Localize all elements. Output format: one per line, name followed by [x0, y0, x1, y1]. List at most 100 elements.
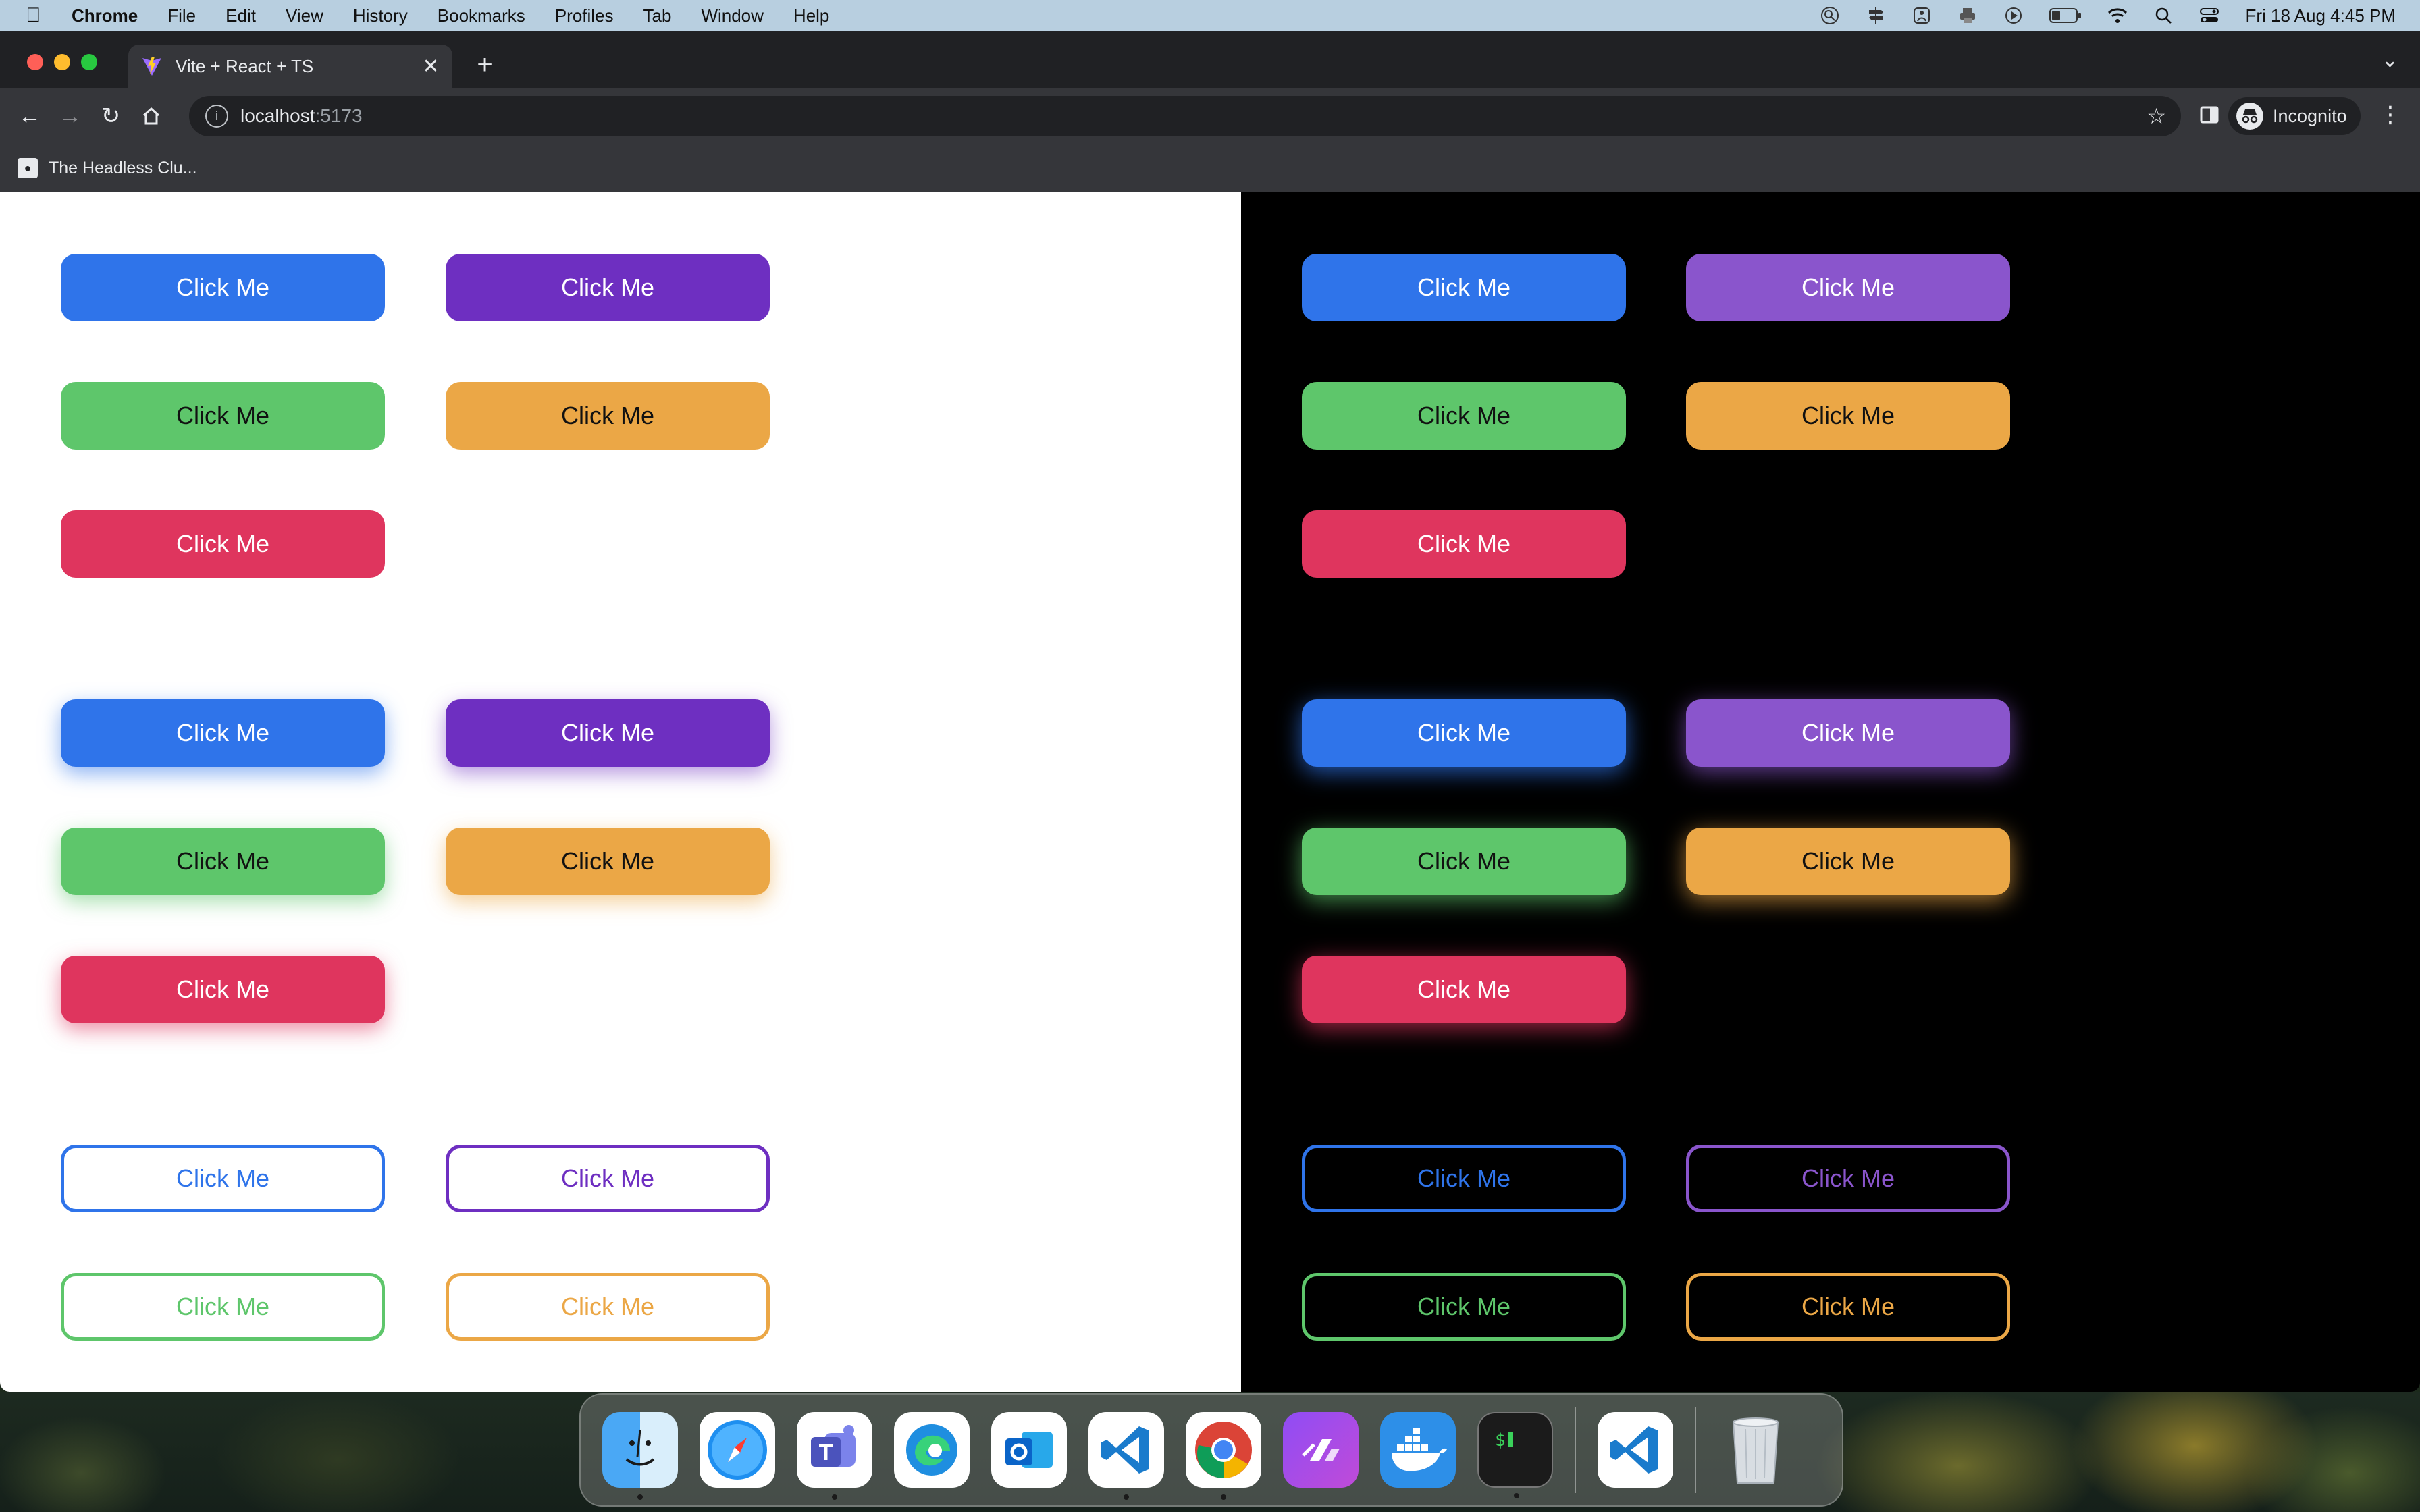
minimize-window-button[interactable]: [54, 54, 70, 70]
back-arrow-icon[interactable]: ←: [9, 96, 50, 136]
tab-vite-react-ts[interactable]: Vite + React + TS ✕: [128, 45, 452, 88]
dark-filled-purple-button[interactable]: Click Me: [1686, 254, 2010, 321]
dock-postman-icon[interactable]: [1283, 1412, 1359, 1488]
macos-dock: T $: [579, 1393, 1843, 1507]
dark-glow-green-button[interactable]: Click Me: [1302, 828, 1626, 895]
browser-toolbar: ← → ↻ i localhost:5173 ☆ Incognito ⋮: [0, 88, 2420, 144]
site-info-icon[interactable]: i: [205, 105, 228, 128]
url-host: localhost: [240, 105, 315, 126]
running-indicator: [832, 1494, 837, 1500]
bookmarks-bar: ● The Headless Clu...: [0, 144, 2420, 193]
dock-vscode-icon[interactable]: [1088, 1412, 1164, 1500]
light-filled-green-button[interactable]: Click Me: [61, 382, 385, 450]
bookmark-favicon-icon: ●: [18, 158, 38, 178]
close-window-button[interactable]: [27, 54, 43, 70]
dark-outline-blue-button[interactable]: Click Me: [1302, 1145, 1626, 1212]
dock-docker-icon[interactable]: [1380, 1412, 1456, 1488]
dark-filled-orange-button[interactable]: Click Me: [1686, 382, 2010, 450]
vite-favicon-icon: [140, 55, 163, 78]
menu-window[interactable]: Window: [701, 5, 763, 26]
menu-view[interactable]: View: [286, 5, 323, 26]
accessibility-icon[interactable]: [1912, 7, 1932, 24]
light-filled-orange-button[interactable]: Click Me: [446, 382, 770, 450]
url-port: :5173: [315, 105, 363, 126]
menu-file[interactable]: File: [167, 5, 196, 26]
forward-arrow-icon[interactable]: →: [50, 96, 90, 136]
close-tab-icon[interactable]: ✕: [417, 55, 444, 78]
dark-filled-blue-button[interactable]: Click Me: [1302, 254, 1626, 321]
menu-app-name[interactable]: Chrome: [72, 5, 138, 26]
reload-icon[interactable]: ↻: [90, 96, 131, 136]
menu-help[interactable]: Help: [793, 5, 829, 26]
dock-outlook-icon[interactable]: [991, 1412, 1067, 1488]
tab-strip: Vite + React + TS ✕ + ⌄: [0, 31, 2420, 88]
fullscreen-window-button[interactable]: [81, 54, 97, 70]
dark-outline-purple-button[interactable]: Click Me: [1686, 1145, 2010, 1212]
page-viewport: Click Me Click Me Click Me Click Me Clic…: [0, 192, 2420, 1392]
light-filled-red-button[interactable]: Click Me: [61, 510, 385, 578]
spotlight-extra-icon[interactable]: [1820, 7, 1840, 24]
dark-filled-green-button[interactable]: Click Me: [1302, 382, 1626, 450]
control-center-icon[interactable]: [2199, 7, 2219, 24]
macos-menubar:  Chrome File Edit View History Bookmark…: [0, 0, 2420, 31]
dock-finder-icon[interactable]: [602, 1412, 678, 1500]
svg-text:$: $: [1495, 1430, 1506, 1451]
dark-filled-red-button[interactable]: Click Me: [1302, 510, 1626, 578]
dark-theme-panel: Click Me Click Me Click Me Click Me Clic…: [1241, 192, 2420, 1392]
bookmark-star-icon[interactable]: ☆: [2147, 103, 2166, 129]
dock-edge-icon[interactable]: [894, 1412, 970, 1488]
running-indicator: [1124, 1494, 1129, 1500]
dock-terminal-icon[interactable]: $: [1477, 1412, 1553, 1498]
light-glow-purple-button[interactable]: Click Me: [446, 699, 770, 767]
menu-edit[interactable]: Edit: [226, 5, 256, 26]
menubar-clock[interactable]: Fri 18 Aug 4:45 PM: [2245, 5, 2396, 26]
menu-tab[interactable]: Tab: [643, 5, 672, 26]
dark-glow-blue-button[interactable]: Click Me: [1302, 699, 1626, 767]
address-bar[interactable]: i localhost:5173 ☆: [189, 96, 2181, 136]
tab-title: Vite + React + TS: [176, 55, 314, 76]
incognito-profile-button[interactable]: Incognito: [2228, 97, 2361, 135]
search-icon[interactable]: [2153, 7, 2174, 24]
printer-icon[interactable]: [1957, 7, 1978, 24]
dock-safari-icon[interactable]: [700, 1412, 775, 1488]
light-outline-orange-button[interactable]: Click Me: [446, 1273, 770, 1341]
light-theme-panel: Click Me Click Me Click Me Click Me Clic…: [0, 192, 1241, 1392]
dock-separator: [1695, 1407, 1696, 1493]
dark-glow-orange-button[interactable]: Click Me: [1686, 828, 2010, 895]
dark-glow-red-button[interactable]: Click Me: [1302, 956, 1626, 1023]
dock-trash-icon[interactable]: [1718, 1412, 1793, 1488]
signpost-icon[interactable]: [1866, 7, 1886, 24]
svg-text:T: T: [819, 1440, 833, 1465]
dock-teams-icon[interactable]: T: [797, 1412, 872, 1500]
side-panel-icon[interactable]: [2194, 100, 2224, 130]
light-glow-blue-button[interactable]: Click Me: [61, 699, 385, 767]
tab-search-chevron-icon[interactable]: ⌄: [2382, 49, 2398, 72]
light-glow-orange-button[interactable]: Click Me: [446, 828, 770, 895]
bookmark-headless-club[interactable]: ● The Headless Clu...: [18, 158, 197, 178]
play-icon[interactable]: [2003, 7, 2024, 24]
dark-outline-orange-button[interactable]: Click Me: [1686, 1273, 2010, 1341]
light-outline-green-button[interactable]: Click Me: [61, 1273, 385, 1341]
light-filled-blue-button[interactable]: Click Me: [61, 254, 385, 321]
apple-menu-icon[interactable]: : [26, 4, 46, 27]
light-outline-purple-button[interactable]: Click Me: [446, 1145, 770, 1212]
dark-glow-purple-button[interactable]: Click Me: [1686, 699, 2010, 767]
menu-history[interactable]: History: [353, 5, 408, 26]
dock-chrome-icon[interactable]: [1186, 1412, 1261, 1500]
home-icon[interactable]: [131, 96, 172, 136]
menu-bookmarks[interactable]: Bookmarks: [438, 5, 525, 26]
battery-icon[interactable]: [2049, 7, 2082, 24]
light-glow-red-button[interactable]: Click Me: [61, 956, 385, 1023]
light-glow-green-button[interactable]: Click Me: [61, 828, 385, 895]
running-indicator: [637, 1494, 643, 1500]
menu-profiles[interactable]: Profiles: [555, 5, 614, 26]
more-menu-icon[interactable]: ⋮: [2377, 101, 2404, 128]
dark-outline-green-button[interactable]: Click Me: [1302, 1273, 1626, 1341]
running-indicator: [1221, 1494, 1226, 1500]
new-tab-button[interactable]: +: [469, 49, 501, 81]
light-outline-blue-button[interactable]: Click Me: [61, 1145, 385, 1212]
chrome-window: Vite + React + TS ✕ + ⌄ ← → ↻ i localhos…: [0, 31, 2420, 1392]
wifi-icon[interactable]: [2107, 7, 2128, 24]
light-filled-purple-button[interactable]: Click Me: [446, 254, 770, 321]
dock-vscode-recent-icon[interactable]: [1598, 1412, 1673, 1488]
